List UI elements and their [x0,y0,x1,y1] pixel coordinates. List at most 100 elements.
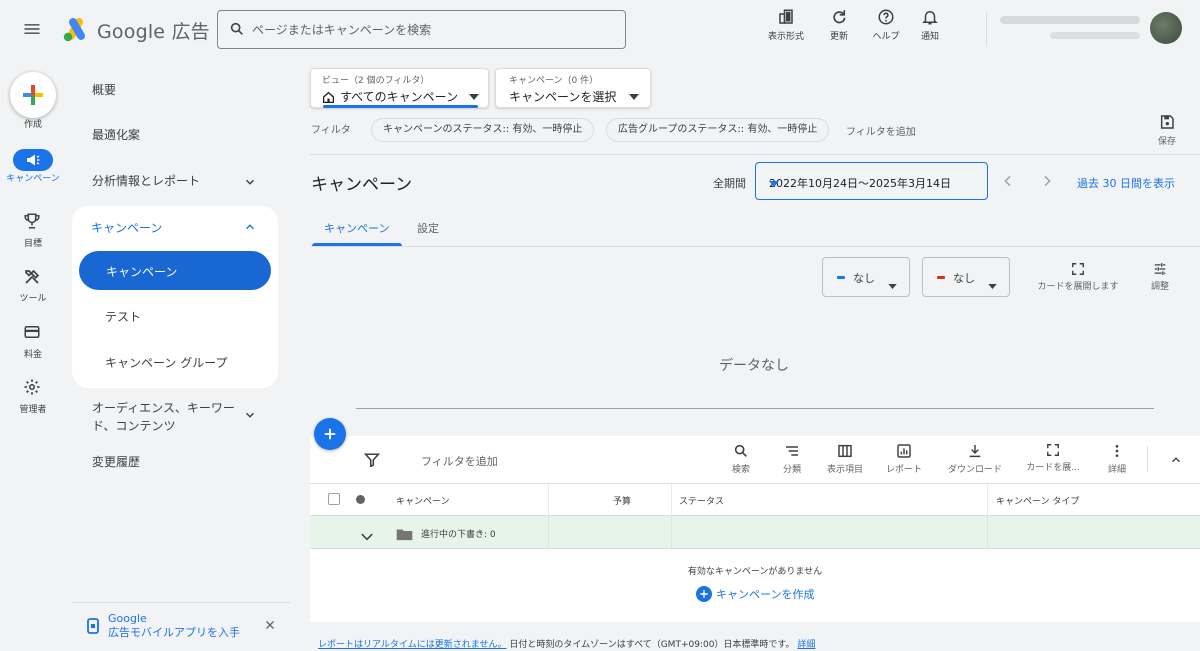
drafts-row[interactable]: 進行中の下書き: 0 [310,516,1200,549]
download-button[interactable]: ダウンロード [940,443,1010,475]
drafts-label: 進行中の下書き: 0 [421,530,496,540]
show-last-30-days-link[interactable]: 過去 30 日間を表示 [1077,175,1175,191]
help-label: ヘルプ [872,32,900,42]
search-box[interactable] [217,10,626,49]
view-caption: ビュー（2 個のフィルタ） [322,76,430,86]
chevron-down-icon[interactable] [360,527,374,546]
adjust-label: 調整 [1150,282,1169,292]
nav-insights[interactable]: 分析情報とレポート [92,172,200,189]
column-status[interactable]: ステータス [679,494,724,507]
nav-item-tests[interactable]: テスト [105,308,141,325]
metric-selector-1[interactable]: なし [822,257,910,297]
mobile-app-promo[interactable]: Google 広告モバイルアプリを入手 [87,612,240,640]
expand-icon [1047,444,1059,456]
chevron-up-icon[interactable] [243,219,257,238]
expand-card-button[interactable]: カードを展開します [1028,262,1128,292]
adjust-button[interactable]: 調整 [1144,262,1176,292]
rail-billing-label: 料金 [23,350,42,360]
notifications-label: 通知 [920,32,939,42]
filter-icon[interactable] [363,452,381,471]
gear-icon[interactable] [23,378,41,400]
nav-change-history[interactable]: 変更履歴 [92,453,140,470]
menu-icon[interactable] [22,19,42,39]
appearance-label: 表示形式 [767,32,804,42]
dropdown-arrow-icon [769,177,976,190]
column-campaign[interactable]: キャンペーン [396,494,450,507]
nav-item-campaign-groups[interactable]: キャンペーン グループ [105,354,228,371]
column-budget[interactable]: 予算 [613,494,631,507]
chevron-left-icon[interactable] [1000,173,1016,193]
save-button[interactable]: 保存 [1150,114,1184,147]
top-bar: Google 広告 表示形式 更新 ヘルプ 通知 [0,0,1200,62]
nav-audiences-line1: オーディエンス、キーワー [92,401,235,415]
view-selector[interactable]: ビュー（2 個のフィルタ） すべてのキャンペーン [310,68,489,108]
chevron-up-icon[interactable] [1169,452,1183,471]
create-campaign-link[interactable]: キャンペーンを作成 [696,586,814,603]
tab-campaigns[interactable]: キャンペーン [324,220,389,236]
realtime-note-link[interactable]: レポートはリアルタイムには更新されません。 [318,640,506,650]
add-filter-link[interactable]: フィルタを追加 [846,123,916,138]
tab-settings[interactable]: 設定 [417,220,439,236]
divider [1147,446,1148,472]
appearance-button[interactable]: 表示形式 [760,8,812,42]
card-icon[interactable] [23,323,41,345]
rail-campaigns-label: キャンペーン [6,174,60,184]
reports-button[interactable]: レポート [882,443,926,475]
nav-audiences[interactable]: オーディエンス、キーワー ド、コンテンツ [92,399,235,435]
bell-icon [922,11,938,25]
segment-label: 分類 [782,465,801,475]
nav-campaigns-header[interactable]: キャンペーン [91,219,162,236]
column-divider [548,484,549,517]
select-all-checkbox[interactable] [328,493,340,505]
table-add-filter[interactable]: フィルタを追加 [421,453,498,469]
metric-2-color [937,276,945,279]
phone-icon [87,618,99,638]
campaign-selector[interactable]: キャンペーン（0 件） キャンペーンを選択 [495,68,651,108]
nav-overview[interactable]: 概要 [92,81,116,98]
create-campaign-label: キャンペーンを作成 [716,588,815,601]
chevron-down-icon[interactable] [243,407,257,426]
refresh-label: 更新 [829,32,848,42]
nav-item-campaigns-selected[interactable]: キャンペーン [79,251,271,290]
account-name-redacted[interactable] [1000,16,1140,24]
rail-campaigns-button[interactable] [13,149,53,171]
expand-icon [1072,263,1084,275]
search-input[interactable] [252,19,612,41]
view-underline [323,105,478,108]
metric-selector-2[interactable]: なし [922,257,1010,297]
segment-button[interactable]: 分類 [772,443,812,475]
details-link[interactable]: 詳細 [797,640,815,650]
trophy-icon[interactable] [23,212,41,234]
divider [72,602,290,603]
columns-button[interactable]: 表示項目 [820,443,870,475]
metric-1-color [837,276,845,279]
more-button[interactable]: 詳細 [1102,443,1132,475]
create-button[interactable] [10,72,56,118]
tools-icon[interactable] [23,268,41,290]
chevron-down-icon[interactable] [243,174,257,193]
dropdown-arrow-icon [629,85,639,104]
add-campaign-button[interactable] [314,418,346,450]
expand-card-label: カードを展開します [1037,282,1119,292]
divider [310,246,1200,247]
expand-table-label: カードを展... [1026,463,1080,473]
segment-icon [786,446,798,456]
close-icon[interactable] [264,616,276,635]
dropdown-arrow-icon [888,274,897,293]
table-search-button[interactable]: 検索 [721,443,761,475]
avatar[interactable] [1150,12,1182,44]
chevron-right-icon[interactable] [1039,173,1055,193]
rail-admin-label: 管理者 [19,405,47,415]
filter-chip-campaign-status[interactable]: キャンペーンのステータス:: 有効、一時停止 [371,118,595,142]
refresh-button[interactable]: 更新 [813,8,865,42]
date-range-picker[interactable]: 2022年10月24日～2025年3月14日 [755,162,988,200]
notifications-button[interactable]: 通知 [904,8,956,42]
rail-tools-label: ツール [19,294,47,304]
filter-chip-adgroup-status[interactable]: 広告グループのステータス:: 有効、一時停止 [606,118,830,142]
nav-recommendations[interactable]: 最適化案 [92,126,140,143]
column-divider [671,516,672,549]
more-label: 詳細 [1107,465,1126,475]
nav-campaigns-group: キャンペーン キャンペーン テスト キャンペーン グループ [72,206,278,388]
column-campaign-type[interactable]: キャンペーン タイプ [996,494,1079,507]
expand-table-button[interactable]: カードを展... [1020,443,1086,473]
